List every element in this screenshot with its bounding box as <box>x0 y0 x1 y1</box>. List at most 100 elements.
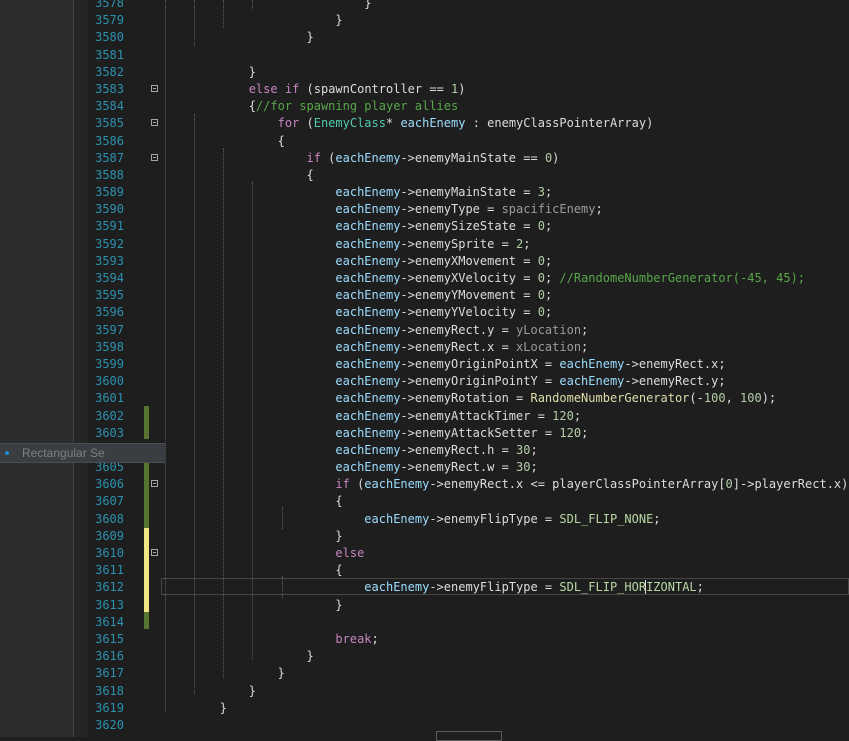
code-line[interactable]: 3602 eachEnemy->enemyAttackTimer = 120; <box>0 408 849 425</box>
code-line[interactable]: 3597 eachEnemy->enemyRect.y = yLocation; <box>0 322 849 339</box>
code-line[interactable]: 3587 if (eachEnemy->enemyMainState == 0) <box>0 150 849 167</box>
code-line[interactable]: 3580 } <box>0 29 849 46</box>
code-text[interactable]: eachEnemy->enemyXMovement = 0; <box>162 253 552 270</box>
code-text[interactable]: } <box>162 528 342 545</box>
code-line[interactable]: 3593 eachEnemy->enemyXMovement = 0; <box>0 253 849 270</box>
code-text[interactable]: } <box>162 700 227 717</box>
code-text[interactable]: } <box>162 648 313 665</box>
code-text[interactable]: } <box>162 665 285 682</box>
code-line[interactable]: 3598 eachEnemy->enemyRect.x = xLocation; <box>0 339 849 356</box>
code-line[interactable]: 3591 eachEnemy->enemySizeState = 0; <box>0 218 849 235</box>
code-text[interactable]: eachEnemy->enemyYMovement = 0; <box>162 287 552 304</box>
code-line[interactable]: 3599 eachEnemy->enemyOriginPointX = each… <box>0 356 849 373</box>
code-text[interactable]: eachEnemy->enemyRect.x = xLocation; <box>162 339 588 356</box>
code-text[interactable]: eachEnemy->enemyOriginPointY = eachEnemy… <box>162 373 725 390</box>
code-lines[interactable]: 3578 } 3579 } 3580 } 3581 3582 } 3583 else if… <box>0 0 849 734</box>
line-number: 3602 <box>95 408 124 423</box>
code-text[interactable]: eachEnemy->enemyRect.h = 30; <box>162 442 537 459</box>
code-text[interactable]: { <box>162 493 342 510</box>
code-line[interactable]: 3616 } <box>0 648 849 665</box>
code-text[interactable]: eachEnemy->enemyAttackTimer = 120; <box>162 408 581 425</box>
code-text[interactable]: eachEnemy->enemySprite = 2; <box>162 236 530 253</box>
line-number: 3611 <box>95 563 124 578</box>
line-number: 3607 <box>95 494 124 509</box>
code-text[interactable]: } <box>162 64 256 81</box>
code-line[interactable]: 3596 eachEnemy->enemyYVelocity = 0; <box>0 304 849 321</box>
collapse-icon[interactable] <box>151 153 158 161</box>
code-line[interactable]: 3612 eachEnemy->enemyFlipType = SDL_FLIP… <box>0 579 849 596</box>
code-line[interactable]: 3603 eachEnemy->enemyAttackSetter = 120; <box>0 425 849 442</box>
code-line[interactable]: 3600 eachEnemy->enemyOriginPointY = each… <box>0 373 849 390</box>
code-line[interactable]: 3609 } <box>0 528 849 545</box>
code-text[interactable]: eachEnemy->enemyMainState = 3; <box>162 184 552 201</box>
code-line[interactable]: 3606 if (eachEnemy->enemyRect.x <= playe… <box>0 476 849 493</box>
code-text[interactable]: {//for spawning player allies <box>162 98 459 115</box>
code-line[interactable]: 3595 eachEnemy->enemyYMovement = 0; <box>0 287 849 304</box>
code-line[interactable]: 3581 <box>0 47 849 64</box>
line-number: 3591 <box>95 219 124 234</box>
code-line[interactable]: 3582 } <box>0 64 849 81</box>
code-line[interactable]: 3608 eachEnemy->enemyFlipType = SDL_FLIP… <box>0 511 849 528</box>
code-text[interactable]: else if (spawnController == 1) <box>162 81 466 98</box>
code-text[interactable]: } <box>162 29 313 46</box>
code-text[interactable]: } <box>162 12 342 29</box>
collapse-icon[interactable] <box>151 480 158 488</box>
code-text[interactable]: eachEnemy->enemySizeState = 0; <box>162 218 552 235</box>
line-number: 3608 <box>95 511 124 526</box>
line-number: 3610 <box>95 546 124 560</box>
code-line[interactable]: 3584 {//for spawning player allies <box>0 98 849 115</box>
code-text[interactable]: } <box>162 0 371 12</box>
code-line[interactable]: 3578 } <box>0 0 849 12</box>
code-text[interactable]: eachEnemy->enemyFlipType = SDL_FLIP_NONE… <box>162 511 660 528</box>
partial-box <box>436 731 502 741</box>
code-text[interactable]: } <box>162 597 342 614</box>
code-text[interactable]: { <box>162 167 313 184</box>
code-line[interactable]: 3579 } <box>0 12 849 29</box>
code-text[interactable]: eachEnemy->enemyYVelocity = 0; <box>162 304 552 321</box>
code-line[interactable]: 3583 else if (spawnController == 1) <box>0 81 849 98</box>
code-text[interactable]: eachEnemy->enemyRect.y = yLocation; <box>162 322 588 339</box>
line-number: 3579 <box>95 13 124 28</box>
code-line[interactable]: 3619 } <box>0 700 849 717</box>
code-text[interactable]: eachEnemy->enemyRect.w = 30; <box>162 459 537 476</box>
code-text[interactable]: eachEnemy->enemyAttackSetter = 120; <box>162 425 588 442</box>
code-text[interactable]: if (eachEnemy->enemyMainState == 0) <box>162 150 560 167</box>
code-line[interactable]: 3590 eachEnemy->enemyType = spacificEnem… <box>0 201 849 218</box>
collapse-icon[interactable] <box>151 84 158 92</box>
code-text[interactable]: eachEnemy->enemyOriginPointX = eachEnemy… <box>162 356 725 373</box>
line-number: 3587 <box>95 150 124 165</box>
code-line[interactable]: 3589 eachEnemy->enemyMainState = 3; <box>0 184 849 201</box>
code-line[interactable]: 3585 for (EnemyClass* eachEnemy : enemyC… <box>0 115 849 132</box>
collapse-icon[interactable] <box>151 549 158 556</box>
code-text[interactable]: { <box>162 133 285 150</box>
code-line[interactable]: 3586 { <box>0 133 849 150</box>
code-line[interactable]: 3617 } <box>0 665 849 682</box>
code-text[interactable]: else <box>162 545 364 562</box>
code-text[interactable]: break; <box>162 631 378 648</box>
code-text[interactable]: eachEnemy->enemyFlipType = SDL_FLIP_HORI… <box>162 579 704 596</box>
code-line[interactable]: 3614 <box>0 614 849 631</box>
line-number: 3593 <box>95 253 124 268</box>
code-text[interactable]: eachEnemy->enemyRotation = RandomeNumber… <box>162 390 776 407</box>
code-line[interactable]: 3618 } <box>0 683 849 700</box>
code-line[interactable]: 3611 { <box>0 562 849 579</box>
code-text[interactable]: } <box>162 683 256 700</box>
code-text[interactable]: { <box>162 562 342 579</box>
code-line[interactable]: 3594 eachEnemy->enemyXVelocity = 0; //Ra… <box>0 270 849 287</box>
code-line[interactable]: 3592 eachEnemy->enemySprite = 2; <box>0 236 849 253</box>
code-line[interactable]: 3601 eachEnemy->enemyRotation = RandomeN… <box>0 390 849 407</box>
code-text[interactable]: eachEnemy->enemyXVelocity = 0; //Randome… <box>162 270 805 287</box>
code-text[interactable]: if (eachEnemy->enemyRect.x <= playerClas… <box>162 476 848 493</box>
code-line[interactable]: 3607 { <box>0 493 849 510</box>
code-line[interactable]: 3610 else <box>0 545 849 562</box>
line-number: 3597 <box>95 322 124 337</box>
tooltip-label: Rectangular Se <box>22 446 105 460</box>
code-text[interactable]: for (EnemyClass* eachEnemy : enemyClassP… <box>162 115 654 132</box>
code-text[interactable]: eachEnemy->enemyType = spacificEnemy; <box>162 201 602 218</box>
rectangular-selection-tooltip[interactable]: Rectangular Se <box>0 443 165 463</box>
code-line[interactable]: 3613 } <box>0 597 849 614</box>
code-line[interactable]: 3588 { <box>0 167 849 184</box>
collapse-icon[interactable] <box>151 119 158 127</box>
code-line[interactable]: 3620 <box>0 717 849 734</box>
code-line[interactable]: 3615 break; <box>0 631 849 648</box>
